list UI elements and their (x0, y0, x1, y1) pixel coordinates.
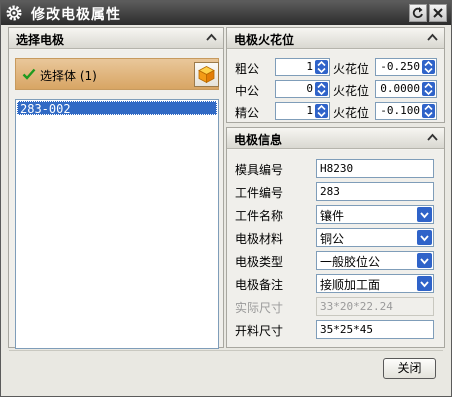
rough-spark-value: -0.250 (380, 60, 420, 73)
fine-count-stepper[interactable]: 1 (275, 102, 330, 120)
select-electrode-body: 选择体 (1) 283-002 (9, 50, 223, 349)
select-body-button[interactable] (194, 62, 219, 87)
medium-spark-stepper[interactable]: 0.0000 (375, 80, 437, 98)
mold-no-label: 模具编号 (235, 163, 284, 177)
chevron-down-icon[interactable] (417, 230, 432, 245)
chevron-down-icon[interactable] (417, 253, 432, 268)
medium-spark-label: 火花位 (333, 84, 370, 98)
chevron-down-icon[interactable] (417, 276, 432, 291)
fine-spark-stepper[interactable]: -0.100 (375, 102, 437, 120)
title-bar: 修改电极属性 (1, 1, 451, 25)
panel-title: 电极火花位 (234, 33, 295, 47)
part-name-value: 镶件 (320, 209, 345, 223)
material-value: 铜公 (320, 232, 345, 246)
actual-size-label: 实际尺寸 (235, 301, 284, 315)
stock-size-label: 开料尺寸 (235, 324, 284, 338)
chevron-up-icon[interactable] (425, 130, 440, 145)
chevron-down-icon[interactable] (417, 207, 432, 222)
dialog-title: 修改电极属性 (31, 7, 121, 23)
select-electrode-panel: 选择电极 选择体 (1) 283-002 (8, 27, 224, 349)
spinner-icon[interactable] (315, 60, 328, 74)
list-item[interactable]: 283-002 (17, 101, 217, 116)
medium-count-stepper[interactable]: 0 (275, 80, 330, 98)
checkmark-icon (22, 68, 36, 80)
fine-count-value: 1 (306, 104, 313, 117)
material-label: 电极材料 (235, 232, 284, 246)
chevron-up-icon[interactable] (204, 30, 219, 45)
electrode-info-panel: 电极信息 模具编号 H8230 工件编号 283 工件名称 镶件 电极材料 铜公… (226, 127, 445, 348)
spark-gap-body: 粗公 1 火花位 -0.250 中公 0 火花位 0.0000 精公 1 火花位… (227, 50, 444, 122)
stock-size-field[interactable]: 35*25*45 (316, 320, 434, 339)
spinner-icon[interactable] (315, 104, 328, 118)
type-select[interactable]: 一般胶位公 (316, 251, 434, 270)
medium-count-value: 0 (306, 82, 313, 95)
spark-gap-header[interactable]: 电极火花位 (227, 28, 444, 49)
note-select[interactable]: 接顺加工面 (316, 274, 434, 293)
note-value: 接顺加工面 (320, 278, 381, 292)
footer-divider (9, 350, 443, 351)
spinner-icon[interactable] (315, 82, 328, 96)
window-close-button[interactable] (429, 4, 447, 22)
solid-body-icon (198, 66, 215, 84)
gear-icon[interactable] (5, 4, 23, 22)
spinner-icon[interactable] (422, 82, 435, 96)
close-icon (433, 8, 443, 18)
note-label: 电极备注 (235, 278, 284, 292)
fine-label: 精公 (235, 106, 260, 120)
material-select[interactable]: 铜公 (316, 228, 434, 247)
medium-label: 中公 (235, 84, 260, 98)
rough-spark-label: 火花位 (333, 62, 370, 76)
panel-title: 电极信息 (234, 133, 283, 147)
reset-icon (412, 7, 423, 18)
type-value: 一般胶位公 (320, 255, 381, 269)
spark-gap-panel: 电极火花位 粗公 1 火花位 -0.250 中公 0 火花位 0.0000 精公… (226, 27, 445, 123)
spinner-icon[interactable] (422, 60, 435, 74)
select-body-label: 选择体 (1) (40, 69, 97, 83)
rough-count-value: 1 (306, 60, 313, 73)
select-body-row[interactable]: 选择体 (1) (15, 58, 219, 90)
reset-button[interactable] (409, 4, 427, 22)
electrode-info-body: 模具编号 H8230 工件编号 283 工件名称 镶件 电极材料 铜公 电极类型… (227, 150, 444, 347)
part-name-select[interactable]: 镶件 (316, 205, 434, 224)
close-button[interactable]: 关闭 (383, 358, 436, 379)
select-electrode-header[interactable]: 选择电极 (9, 28, 223, 49)
modify-electrode-dialog: 修改电极属性 选择电极 选择体 (1) 283-002 电极火花位 粗公 1 火… (0, 0, 452, 397)
mold-no-field[interactable]: H8230 (316, 159, 434, 178)
part-no-field[interactable]: 283 (316, 182, 434, 201)
electrode-list[interactable]: 283-002 (15, 99, 219, 349)
type-label: 电极类型 (235, 255, 284, 269)
spinner-icon[interactable] (422, 104, 435, 118)
fine-spark-label: 火花位 (333, 106, 370, 120)
rough-count-stepper[interactable]: 1 (275, 58, 330, 76)
chevron-up-icon[interactable] (425, 30, 440, 45)
panel-title: 选择电极 (16, 33, 65, 47)
electrode-info-header[interactable]: 电极信息 (227, 128, 444, 149)
rough-spark-stepper[interactable]: -0.250 (375, 58, 437, 76)
actual-size-field: 33*20*22.24 (316, 297, 434, 316)
medium-spark-value: 0.0000 (380, 82, 420, 95)
part-no-label: 工件编号 (235, 186, 284, 200)
part-name-label: 工件名称 (235, 209, 284, 223)
rough-label: 粗公 (235, 62, 260, 76)
fine-spark-value: -0.100 (380, 104, 420, 117)
